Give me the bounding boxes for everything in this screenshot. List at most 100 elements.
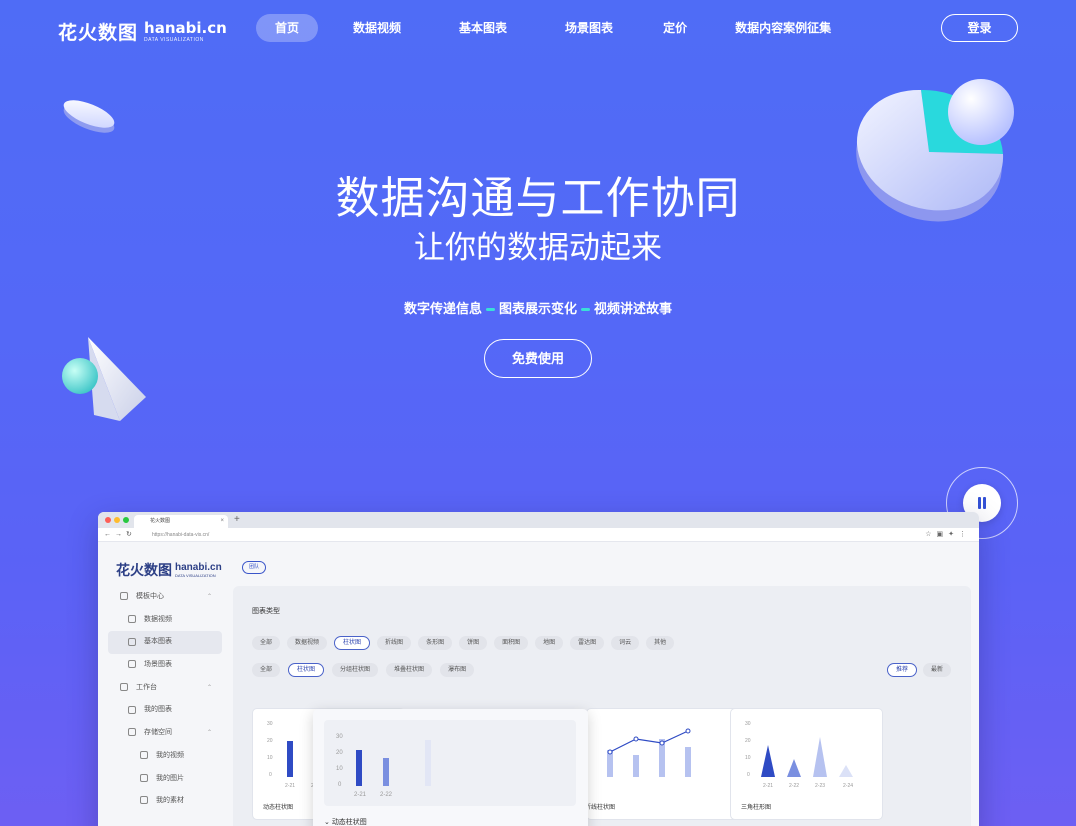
app-logo-tagline: DATA VISUALIZATION bbox=[175, 572, 216, 578]
browser-tab-title: 花火数图 bbox=[150, 518, 171, 524]
menu-item-scene-charts[interactable]: 场景图表 bbox=[546, 14, 632, 42]
chart-type-chip[interactable]: 饼图 bbox=[459, 636, 488, 650]
chart-type-chip[interactable]: 条形图 bbox=[418, 636, 453, 650]
new-tab-icon[interactable]: + bbox=[234, 512, 240, 528]
template-icon bbox=[120, 592, 128, 601]
chart-type-chip[interactable]: 其他 bbox=[646, 636, 675, 650]
logo-chinese: 花火数图 bbox=[58, 22, 139, 44]
browser-toolbar-icons[interactable]: ☆▣✦⋮ bbox=[925, 530, 971, 538]
sidebar-item-my-images[interactable]: 我的图片 bbox=[108, 768, 222, 791]
chart-type-chip[interactable]: 词云 bbox=[611, 636, 640, 650]
sidebar-label: 我的图表 bbox=[144, 706, 172, 714]
hover-preview-card[interactable]: 30 20 10 0 2-21 2-22 ⌄ 动态柱状图 bbox=[313, 709, 588, 826]
svg-text:10: 10 bbox=[745, 755, 751, 761]
chart-subtype-chip[interactable]: 全部 bbox=[252, 663, 281, 677]
chevron-up-icon: ⌃ bbox=[206, 730, 212, 737]
top-navigation: 花火数图 hanabi.cn DATA VISUALIZATION 首页 数据视… bbox=[0, 0, 1076, 56]
menu-item-case-collection[interactable]: 数据内容案例征集 bbox=[716, 14, 850, 42]
sidebar-item-storage[interactable]: 存储空间 ⌃ bbox=[108, 722, 222, 745]
chart-type-filters: 全部 数据视频 柱状图 折线图 条形图 饼图 面积图 地图 雷达图 词云 其他 bbox=[252, 636, 675, 650]
sidebar-item-my-charts[interactable]: 我的图表 bbox=[108, 699, 222, 722]
main-menu: 首页 数据视频 基本图表 场景图表 定价 数据内容案例征集 bbox=[256, 14, 850, 42]
browser-url[interactable]: https://hanabi-data-vis.cn/ bbox=[152, 532, 209, 538]
app-logo-chinese: 花火数图 bbox=[116, 563, 172, 579]
template-card-line-bar[interactable]: 折线柱状图 bbox=[585, 708, 739, 820]
menu-item-home[interactable]: 首页 bbox=[256, 14, 319, 42]
sidebar-item-basic-charts[interactable]: 基本图表 bbox=[108, 631, 222, 655]
menu-item-basic-charts[interactable]: 基本图表 bbox=[440, 14, 526, 42]
tab-close-icon[interactable]: × bbox=[220, 515, 224, 528]
chart-subtype-chip[interactable]: 堆叠柱状图 bbox=[386, 663, 433, 677]
close-dot-icon bbox=[105, 517, 111, 523]
sidebar-item-template-center[interactable]: 模板中心 ⌃ bbox=[108, 586, 222, 609]
workspace-icon bbox=[120, 682, 128, 691]
svg-text:30: 30 bbox=[267, 721, 273, 727]
sidebar-item-my-videos[interactable]: 我的视频 bbox=[108, 745, 222, 768]
sidebar-label: 工作台 bbox=[136, 683, 157, 691]
chart-type-chip[interactable]: 地图 bbox=[535, 636, 564, 650]
storage-icon bbox=[128, 728, 136, 737]
svg-text:30: 30 bbox=[745, 721, 751, 727]
sidebar-label: 场景图表 bbox=[144, 661, 172, 669]
team-pill[interactable]: 团队 bbox=[242, 561, 267, 574]
svg-text:2-22: 2-22 bbox=[380, 792, 393, 798]
svg-text:30: 30 bbox=[336, 734, 343, 740]
chart-subtype-filters: 全部 柱状图 分组柱状图 堆叠柱状图 瀑布图 bbox=[252, 663, 475, 677]
sidebar-label: 存储空间 bbox=[144, 729, 172, 737]
hero-tag-3: 视频讲述故事 bbox=[594, 301, 673, 316]
preview-card-name: 动态柱状图 bbox=[331, 819, 367, 826]
chart-type-chip[interactable]: 雷达图 bbox=[570, 636, 605, 650]
site-logo[interactable]: 花火数图 hanabi.cn DATA VISUALIZATION bbox=[58, 18, 227, 45]
cone-sphere-decoration-icon bbox=[62, 337, 146, 421]
chart-type-chip[interactable]: 全部 bbox=[252, 636, 281, 650]
chart-subtype-chip[interactable]: 瀑布图 bbox=[440, 663, 475, 677]
svg-text:20: 20 bbox=[336, 750, 343, 756]
chart-type-chip[interactable]: 柱状图 bbox=[334, 636, 371, 650]
sidebar-item-workspace[interactable]: 工作台 ⌃ bbox=[108, 677, 222, 700]
sidebar-item-scene-charts[interactable]: 场景图表 bbox=[108, 654, 222, 677]
hero-tagline: 数字传递信息 图表展示变化 视频讲述故事 bbox=[0, 298, 1076, 317]
svg-text:0: 0 bbox=[269, 772, 272, 778]
video-icon bbox=[128, 614, 136, 623]
sidebar-item-data-video[interactable]: 数据视频 bbox=[108, 609, 222, 632]
chart-type-chip[interactable]: 折线图 bbox=[377, 636, 412, 650]
maximize-dot-icon bbox=[123, 517, 129, 523]
chart-type-chip[interactable]: 数据视频 bbox=[287, 636, 328, 650]
hero-subtitle: 让你的数据动起来 bbox=[414, 230, 662, 266]
svg-text:10: 10 bbox=[267, 755, 273, 761]
preview-bar-chart-icon: 30 20 10 0 2-21 2-22 bbox=[336, 734, 431, 798]
globe-icon bbox=[128, 660, 136, 669]
login-button[interactable]: 登录 bbox=[941, 14, 1018, 42]
card-title: 动态柱状图 bbox=[263, 805, 294, 811]
chart-subtype-chip[interactable]: 分组柱状图 bbox=[332, 663, 379, 677]
asset-icon bbox=[140, 796, 148, 805]
svg-text:2-21: 2-21 bbox=[354, 792, 367, 798]
app-logo-english-block: hanabi.cn DATA VISUALIZATION bbox=[175, 562, 222, 578]
app-logo[interactable]: 花火数图 hanabi.cn DATA VISUALIZATION bbox=[116, 560, 222, 580]
tag-separator bbox=[485, 308, 495, 312]
menu-item-data-video[interactable]: 数据视频 bbox=[334, 14, 420, 42]
svg-text:10: 10 bbox=[336, 766, 343, 772]
video-icon bbox=[140, 750, 148, 759]
menu-item-pricing[interactable]: 定价 bbox=[644, 14, 706, 42]
sort-options: 推荐 最新 bbox=[886, 663, 951, 677]
sort-chip[interactable]: 推荐 bbox=[886, 663, 917, 677]
triangle-bar-thumbnail-icon: 30 20 10 0 2-21 2-22 2-23 2-24 bbox=[745, 721, 853, 789]
browser-tab-bar: 花火数图 × + bbox=[98, 512, 979, 528]
disc-decoration-icon bbox=[63, 100, 115, 133]
free-use-button[interactable]: 免费使用 bbox=[484, 339, 592, 378]
sidebar-label: 我的图片 bbox=[156, 774, 184, 782]
template-card-triangle-bar[interactable]: 30 20 10 0 2-21 2-22 2-23 2-24 三角柱形图 bbox=[730, 708, 883, 820]
sidebar-item-my-assets[interactable]: 我的素材 bbox=[108, 790, 222, 813]
svg-text:0: 0 bbox=[747, 772, 750, 778]
chevron-up-icon: ⌃ bbox=[206, 594, 212, 600]
sort-chip[interactable]: 最新 bbox=[922, 663, 951, 677]
sidebar-label: 基本图表 bbox=[144, 638, 172, 646]
svg-text:0: 0 bbox=[338, 782, 342, 788]
browser-nav-icons[interactable]: ←→↻ bbox=[104, 530, 136, 538]
chart-icon bbox=[128, 637, 136, 646]
chart-type-chip[interactable]: 面积图 bbox=[494, 636, 529, 650]
svg-text:2-21: 2-21 bbox=[285, 783, 295, 789]
browser-tab[interactable]: 花火数图 × bbox=[134, 515, 228, 528]
chart-subtype-chip[interactable]: 柱状图 bbox=[288, 663, 325, 677]
